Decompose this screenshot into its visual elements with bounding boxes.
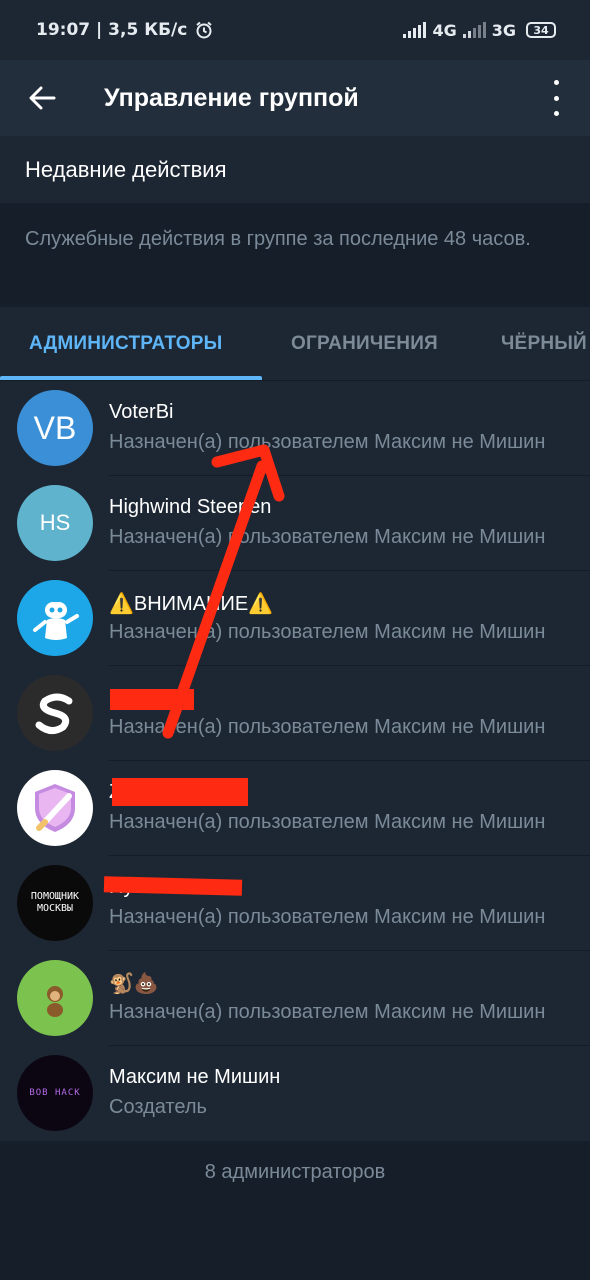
admin-row[interactable]: VB VoterBi Назначен(а) пользователем Мак…: [0, 381, 590, 476]
signal-icon: [403, 22, 427, 38]
redaction-bar: [112, 778, 248, 806]
s-logo-icon: [35, 693, 73, 734]
avatar: [17, 960, 93, 1036]
tab-bar: АДМИНИСТРАТОРЫ ОГРАНИЧЕНИЯ ЧЁРНЫЙ: [0, 307, 590, 381]
admin-row[interactable]: S Назначен(а) пользователем Максим не Ми…: [0, 666, 590, 761]
more-menu-button[interactable]: [546, 80, 566, 116]
admin-name: Максим не Мишин: [109, 1066, 281, 1088]
admin-row[interactable]: 🐒💩 Назначен(а) пользователем Максим не М…: [0, 951, 590, 1046]
avatar-initials: VB: [33, 409, 77, 446]
admin-role: Назначен(а) пользователем Максим не Миши…: [109, 906, 546, 928]
admin-count: 8 администраторов: [204, 1161, 386, 1183]
admin-role: Назначен(а) пользователем Максим не Миши…: [109, 526, 546, 548]
admin-name: VoterBi: [109, 401, 174, 423]
app-bar: Управление группой: [0, 60, 590, 136]
tab-blacklist[interactable]: ЧЁРНЫЙ: [501, 307, 587, 380]
admin-row[interactable]: Z Назначен(а) пользователем Максим не Ми…: [0, 761, 590, 856]
menu-dot-icon: [553, 111, 559, 116]
admin-row[interactable]: ⚠️ВНИМАНИЕ⚠️ Назначен(а) пользователем М…: [0, 571, 590, 666]
back-button[interactable]: [0, 60, 84, 136]
admin-row[interactable]: ПОМОЩНИК МОСКВЫ Ну Назначен(а) пользоват…: [0, 856, 590, 951]
avatar-initials: HS: [39, 510, 71, 535]
status-time: 19:07 | 3,5 КБ/с: [36, 20, 188, 40]
menu-dot-icon: [553, 95, 559, 101]
avatar: [17, 770, 93, 846]
admin-role: Создатель: [109, 1096, 207, 1118]
redaction-bar: [110, 689, 194, 710]
tab-administrators[interactable]: АДМИНИСТРАТОРЫ: [29, 307, 222, 380]
admin-row-creator[interactable]: BOB HACK Максим не Мишин Создатель: [0, 1046, 590, 1140]
avatar: ПОМОЩНИК МОСКВЫ: [17, 865, 93, 941]
admin-role: Назначен(а) пользователем Максим не Миши…: [109, 716, 546, 738]
signal-icon-2: [462, 22, 486, 38]
avatar: HS: [17, 485, 93, 561]
recent-actions-item[interactable]: Недавние действия: [0, 136, 590, 203]
admin-role: Назначен(а) пользователем Максим не Миши…: [109, 431, 546, 453]
recent-actions-description: Служебные действия в группе за последние…: [0, 203, 590, 307]
monkey-icon: [47, 986, 63, 1017]
admin-role: Назначен(а) пользователем Максим не Миши…: [109, 811, 546, 833]
alarm-icon: [196, 21, 212, 39]
avatar: [17, 580, 93, 656]
tab-restrictions[interactable]: ОГРАНИЧЕНИЯ: [291, 307, 438, 380]
back-arrow-icon: [29, 86, 56, 110]
status-bar: 19:07 | 3,5 КБ/с 4G 3G 34: [0, 0, 590, 60]
tab-active-indicator: [0, 376, 262, 380]
page-title: Управление группой: [104, 83, 359, 112]
robot-icon: [33, 602, 79, 640]
admin-name: ⚠️ВНИМАНИЕ⚠️: [109, 593, 274, 615]
recent-actions-label: Недавние действия: [25, 156, 227, 182]
battery-icon: 34: [526, 22, 556, 38]
avatar-logo-text: ПОМОЩНИК МОСКВЫ: [30, 891, 80, 914]
avatar: BOB HACK: [17, 1055, 93, 1131]
recent-actions-description-text: Служебные действия в группе за последние…: [25, 228, 531, 250]
avatar-logo-text: BOB HACK: [29, 1088, 81, 1098]
network-type-1: 4G: [432, 20, 457, 40]
admin-list: VB VoterBi Назначен(а) пользователем Мак…: [0, 381, 590, 1140]
admin-role: Назначен(а) пользователем Максим не Миши…: [109, 1001, 546, 1023]
admin-role: Назначен(а) пользователем Максим не Миши…: [109, 621, 546, 643]
avatar: VB: [17, 390, 93, 466]
shield-sword-icon: [35, 784, 75, 832]
admin-row[interactable]: HS Highwind Steepen Назначен(а) пользова…: [0, 476, 590, 571]
menu-dot-icon: [553, 80, 559, 85]
admin-name: Highwind Steepen: [109, 496, 272, 518]
network-type-2: 3G: [491, 20, 516, 40]
admin-name: 🐒💩: [109, 973, 159, 995]
avatar: [17, 675, 93, 751]
